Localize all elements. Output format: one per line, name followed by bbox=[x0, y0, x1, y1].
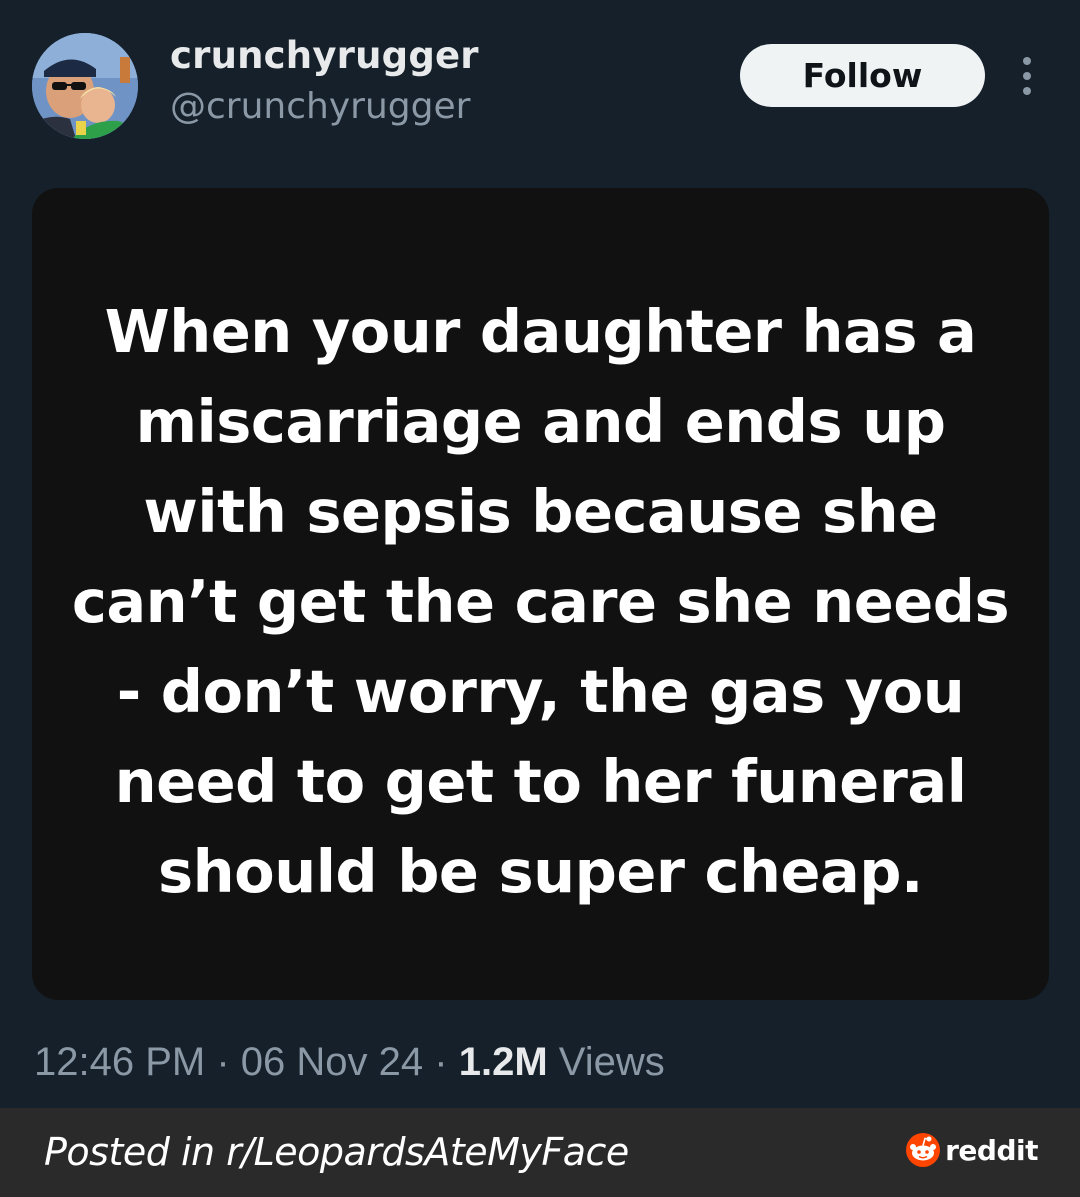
reddit-wordmark: reddit bbox=[945, 1133, 1038, 1167]
user-handle[interactable]: @crunchyrugger bbox=[170, 86, 470, 127]
more-options-button[interactable] bbox=[1008, 52, 1046, 100]
tweet-meta: 12:46 PM · 06 Nov 24 · 1.2M Views bbox=[34, 1040, 665, 1085]
more-dots-icon bbox=[1023, 57, 1031, 65]
timestamp-date[interactable]: 06 Nov 24 bbox=[241, 1040, 423, 1084]
display-name[interactable]: crunchyrugger bbox=[170, 34, 479, 77]
more-dots-icon bbox=[1023, 72, 1031, 80]
media-caption-text: When your daughter has a miscarriage and… bbox=[71, 297, 1010, 906]
views-count: 1.2M bbox=[458, 1040, 548, 1084]
avatar-image bbox=[32, 33, 138, 139]
reddit-snoo-icon bbox=[906, 1133, 941, 1167]
timestamp-time[interactable]: 12:46 PM bbox=[34, 1040, 205, 1084]
tweet-media-image[interactable]: When your daughter has a miscarriage and… bbox=[32, 188, 1049, 1000]
repost-footer: Posted in r/LeopardsAteMyFace reddit bbox=[0, 1108, 1080, 1197]
tweet: crunchyrugger @crunchyrugger Follow When… bbox=[0, 0, 1080, 1108]
meta-separator: · bbox=[434, 1040, 448, 1084]
views-label: Views bbox=[558, 1040, 665, 1084]
meta-separator: · bbox=[216, 1040, 230, 1084]
posted-in-subreddit: Posted in r/LeopardsAteMyFace bbox=[44, 1130, 629, 1174]
reddit-logo: reddit bbox=[905, 1132, 1038, 1168]
more-dots-icon bbox=[1023, 87, 1031, 95]
avatar[interactable] bbox=[32, 33, 138, 139]
follow-button[interactable]: Follow bbox=[740, 44, 985, 107]
